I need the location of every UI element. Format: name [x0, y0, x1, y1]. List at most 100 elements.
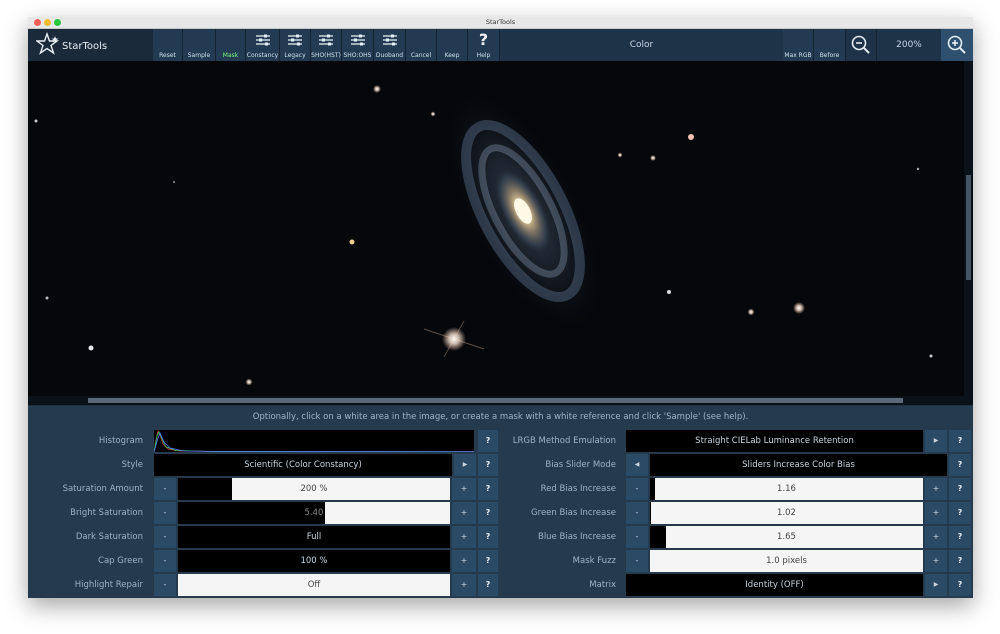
zoom-in-button[interactable] [941, 29, 973, 61]
lrgb-next-arrow[interactable]: ▶ [925, 430, 947, 452]
duoband-button[interactable]: Duoband [374, 29, 406, 61]
help-button[interactable]: ? [478, 550, 498, 572]
before-label: Before [819, 52, 840, 59]
slider-value: 1.02 [777, 508, 796, 518]
help-button[interactable]: ? [478, 478, 498, 500]
constancy-button[interactable]: Constancy [246, 29, 280, 61]
decrease-button[interactable]: - [154, 502, 176, 524]
increase-button[interactable]: + [925, 502, 947, 524]
image-viewport[interactable] [28, 61, 964, 396]
increase-button[interactable]: + [452, 478, 476, 500]
sliders-icon [382, 34, 397, 46]
decrease-button[interactable]: - [154, 478, 176, 500]
increase-button[interactable]: + [452, 550, 476, 572]
saturation-amount-slider[interactable]: 200 % [178, 478, 450, 500]
bias-mode-value[interactable]: Sliders Increase Color Bias [650, 454, 947, 476]
cancel-button[interactable]: Cancel [406, 29, 437, 61]
dark-saturation-slider[interactable]: Full [178, 526, 450, 548]
help-button[interactable]: ? [949, 526, 971, 548]
param-label: Bias Slider Mode [545, 460, 616, 470]
help-button[interactable]: ? [478, 502, 498, 524]
vertical-scroll-thumb[interactable] [966, 175, 971, 280]
help-button[interactable]: ? [478, 526, 498, 548]
slider-value: Off [307, 580, 321, 590]
histogram-display [154, 430, 474, 452]
help-button[interactable]: ? [949, 574, 971, 596]
decrease-button[interactable]: - [154, 550, 176, 572]
help-button[interactable]: ? [949, 454, 971, 476]
help-button-style[interactable]: ? [478, 454, 498, 476]
param-label: Mask Fuzz [572, 556, 616, 566]
param-label: Bright Saturation [70, 508, 143, 518]
bright-saturation-slider[interactable]: 5.40 [178, 502, 450, 524]
cap-green-slider[interactable]: 100 % [178, 550, 450, 572]
max-rgb-button[interactable]: Max RGB [783, 29, 814, 61]
mask-button[interactable]: Mask [216, 29, 246, 61]
style-next-arrow[interactable]: ▶ [454, 454, 476, 476]
param-label: Cap Green [98, 556, 143, 566]
param-label: Matrix [589, 580, 616, 590]
toolbar-button-label: Reset [159, 52, 176, 59]
matrix-value[interactable]: Identity (OFF) [626, 574, 923, 596]
param-cap-green: Cap Green - 100 % + ? [28, 549, 498, 573]
decrease-button[interactable]: - [626, 502, 648, 524]
increase-button[interactable]: + [452, 574, 476, 596]
increase-button[interactable]: + [925, 478, 947, 500]
slider-value: 5.40 [304, 508, 324, 518]
decrease-button[interactable]: - [626, 550, 648, 572]
param-label: Histogram [98, 436, 143, 446]
param-mask-fuzz: Mask Fuzz - 1.0 pixels + ? [500, 549, 973, 573]
help-button-histogram[interactable]: ? [478, 430, 498, 452]
toolbar-button-label: Mask [222, 52, 239, 59]
logo-text: StarTools [62, 41, 108, 52]
help-button[interactable]: ? [949, 478, 971, 500]
sho-hst-button[interactable]: SHO(HST) [311, 29, 342, 61]
decrease-button[interactable]: - [626, 478, 648, 500]
lrgb-method-value[interactable]: Straight CIELab Luminance Retention [626, 430, 923, 452]
horizontal-scroll-thumb[interactable] [88, 398, 903, 403]
legacy-button[interactable]: Legacy [280, 29, 311, 61]
param-style: Style Scientific (Color Constancy) ▶ ? [28, 453, 498, 477]
param-matrix: Matrix Identity (OFF) ▶ ? [500, 573, 973, 597]
mask-fuzz-slider[interactable]: 1.0 pixels [650, 550, 923, 572]
style-value[interactable]: Scientific (Color Constancy) [154, 454, 452, 476]
param-bright-saturation: Bright Saturation - 5.40 + ? [28, 501, 498, 525]
help-button[interactable]: ? [949, 430, 971, 452]
highlight-repair-slider[interactable]: Off [178, 574, 450, 596]
before-button[interactable]: Before [814, 29, 846, 61]
help-button[interactable]: ? [949, 550, 971, 572]
toolbar-button-label: SHO:OHS [343, 52, 372, 59]
increase-button[interactable]: + [452, 526, 476, 548]
help-button[interactable]: ? Help [468, 29, 500, 61]
matrix-next-arrow[interactable]: ▶ [925, 574, 947, 596]
increase-button[interactable]: + [925, 550, 947, 572]
green-bias-slider[interactable]: 1.02 [650, 502, 923, 524]
increase-button[interactable]: + [925, 526, 947, 548]
sliders-icon [255, 34, 270, 46]
slider-value: 100 % [300, 556, 328, 566]
toolbar-button-label: Help [476, 52, 491, 59]
decrease-button[interactable]: - [154, 526, 176, 548]
increase-button[interactable]: + [452, 502, 476, 524]
slider-value: 200 % [300, 484, 328, 494]
zoom-out-button[interactable] [846, 29, 877, 61]
param-highlight-repair: Highlight Repair - Off + ? [28, 573, 498, 597]
decrease-button[interactable]: - [154, 574, 176, 596]
blue-bias-slider[interactable]: 1.65 [650, 526, 923, 548]
help-button[interactable]: ? [949, 502, 971, 524]
bias-mode-prev-arrow[interactable]: ◀ [626, 454, 648, 476]
help-button[interactable]: ? [478, 574, 498, 596]
red-bias-slider[interactable]: 1.16 [650, 478, 923, 500]
param-red-bias: Red Bias Increase - 1.16 + ? [500, 477, 973, 501]
sample-button[interactable]: Sample [183, 29, 216, 61]
max-rgb-label: Max RGB [784, 52, 812, 59]
slider-value: 1.0 pixels [766, 556, 807, 566]
reset-button[interactable]: Reset [153, 29, 183, 61]
sho-ohs-button[interactable]: SHO:OHS [342, 29, 374, 61]
param-dark-saturation: Dark Saturation - Full + ? [28, 525, 498, 549]
histogram-curve [154, 430, 474, 452]
zoom-out-icon [851, 35, 870, 54]
keep-button[interactable]: Keep [437, 29, 468, 61]
galaxy-image[interactable] [28, 61, 964, 396]
decrease-button[interactable]: - [626, 526, 648, 548]
